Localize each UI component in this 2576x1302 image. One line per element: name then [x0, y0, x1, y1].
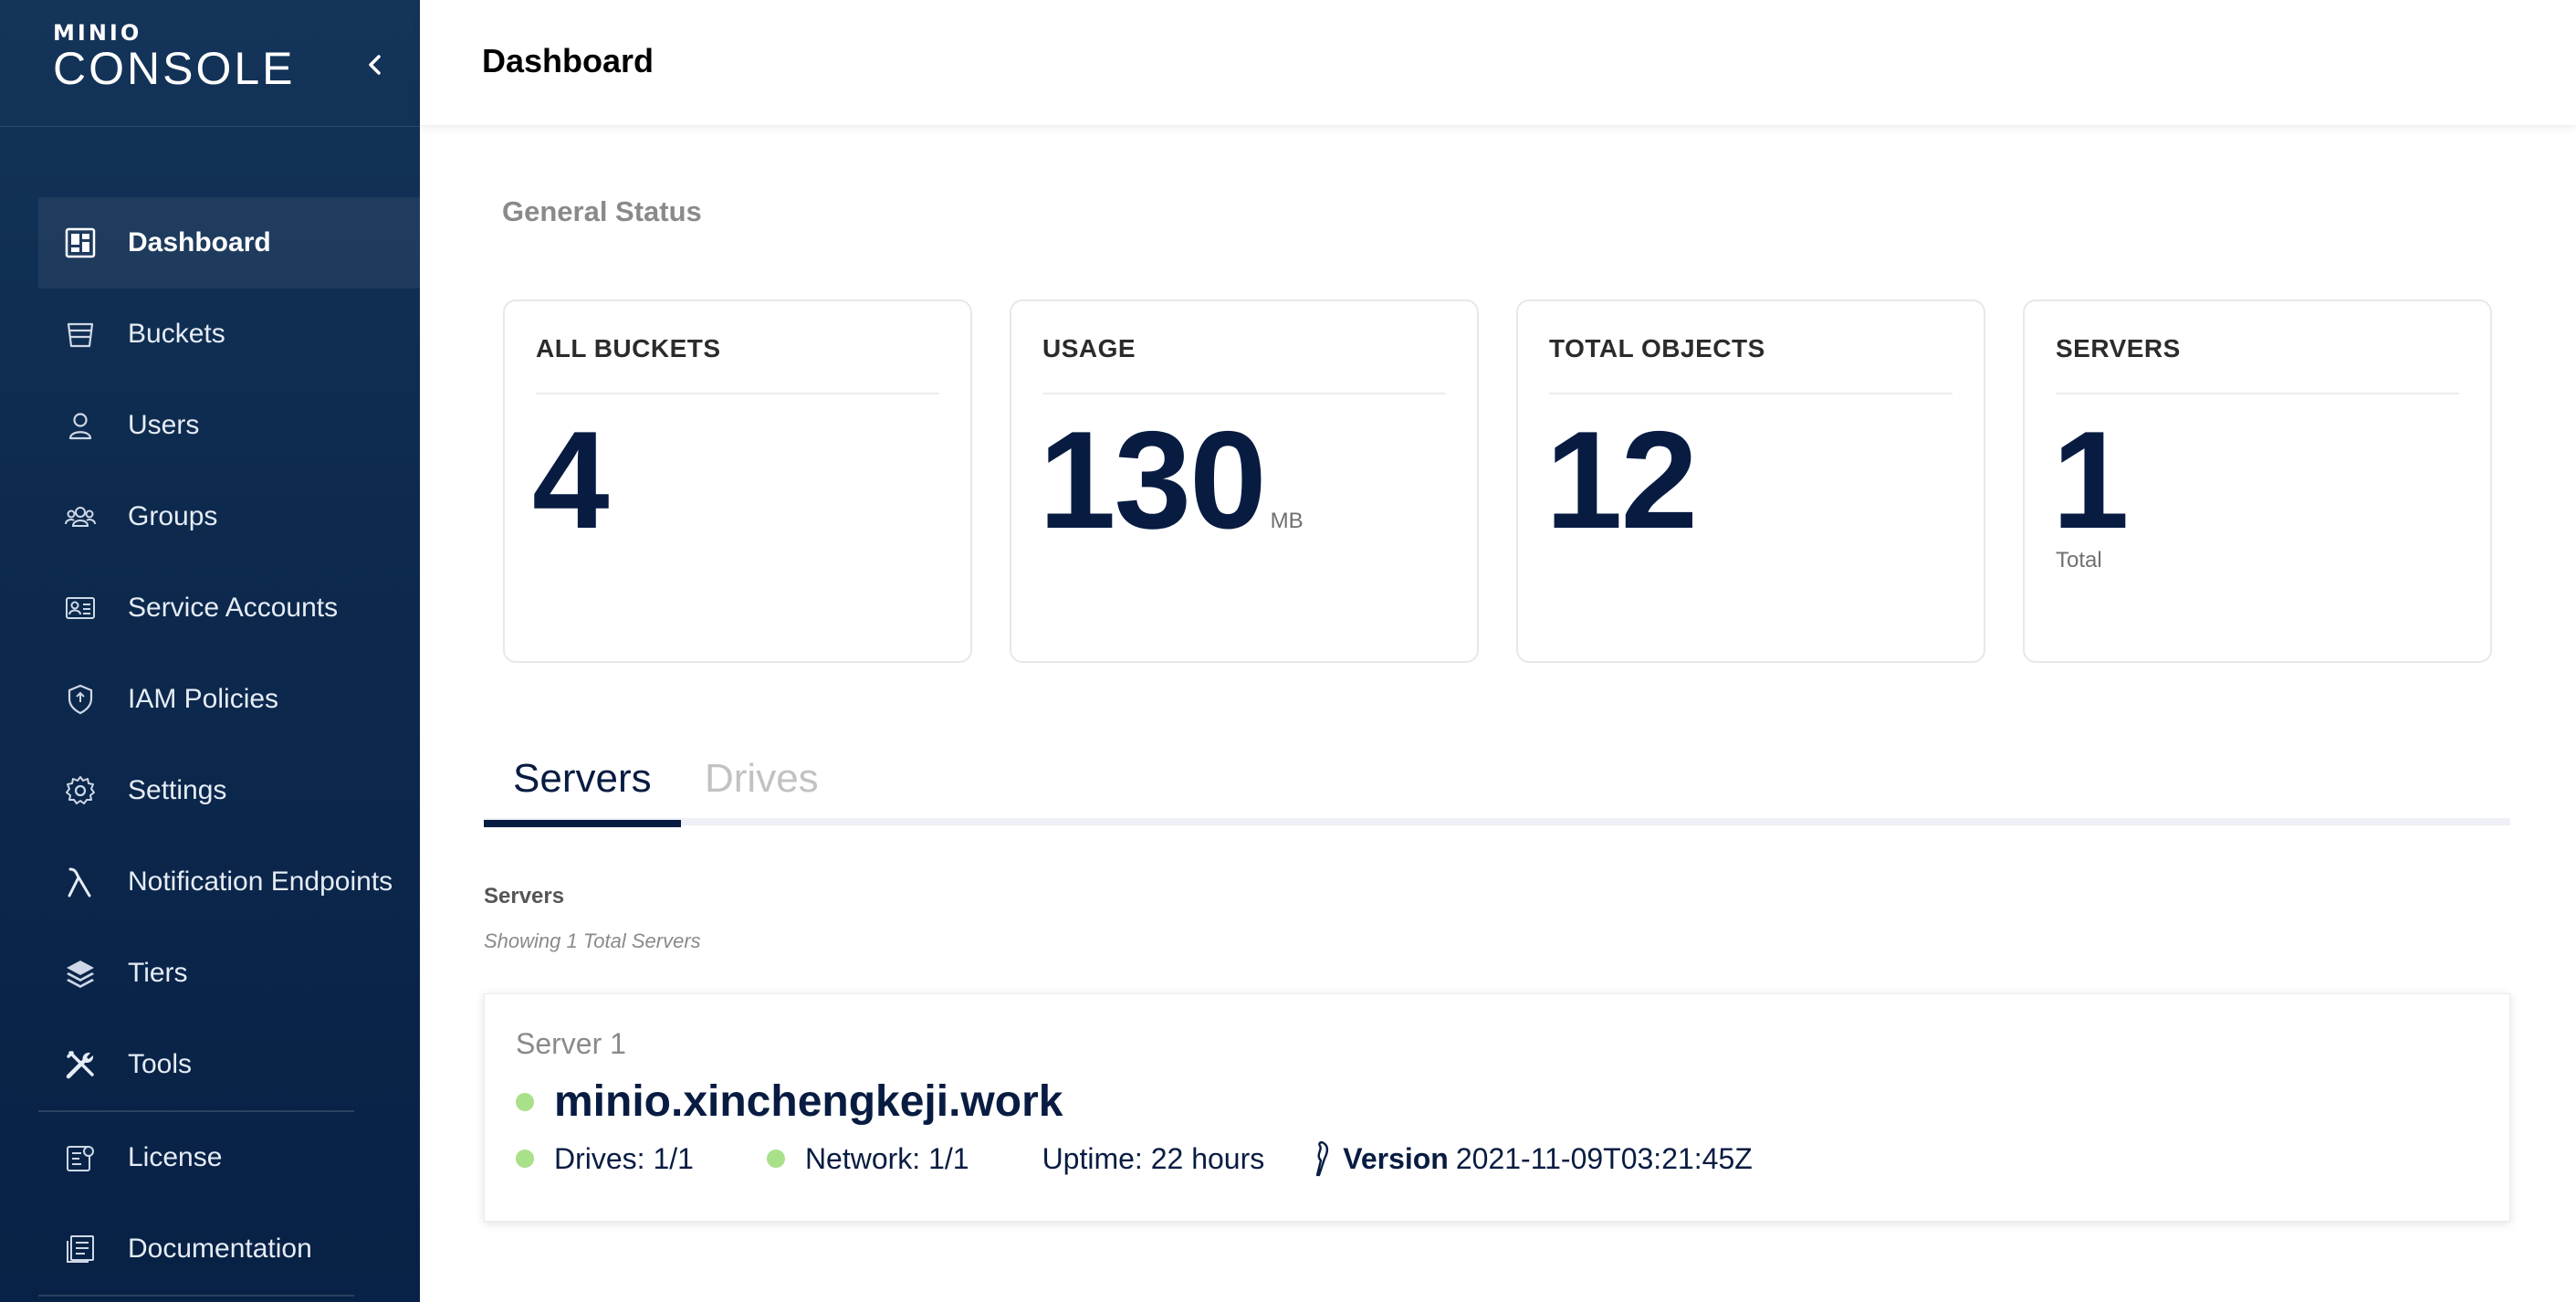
server-host-row: minio.xinchengkeji.work [516, 1076, 1063, 1127]
collapse-sidebar-button[interactable] [361, 51, 389, 79]
usage-card: USAGE 130 MB [1010, 299, 1479, 663]
card-title: USAGE [1042, 334, 1136, 362]
sidebar-item-label: Documentation [128, 1234, 312, 1264]
servers-heading: Servers [484, 884, 565, 908]
drives-status: Drives: 1/1 [516, 1142, 694, 1176]
tab-servers[interactable]: Servers [484, 751, 681, 827]
sidebar-item-label: Tools [128, 1049, 193, 1079]
version-value: 2021-11-09T03:21:45Z [1455, 1141, 1753, 1175]
sidebar-item-label: Tiers [128, 958, 188, 988]
sidebar-item-groups[interactable]: Groups [38, 471, 420, 562]
card-value: 1 [2052, 411, 2130, 550]
sidebar-item-tools[interactable]: Tools [38, 1019, 420, 1110]
card-divider [1549, 393, 1953, 394]
gear-icon [64, 774, 97, 807]
sidebar-item-buckets[interactable]: Buckets [38, 289, 420, 380]
sidebar-item-label: Buckets [128, 319, 225, 349]
sidebar-nav: Dashboard Buckets Users Groups Service A… [38, 197, 420, 1297]
servers-card: SERVERS 1 Total [2023, 299, 2492, 663]
user-icon [64, 409, 97, 442]
sidebar-item-label: IAM Policies [128, 684, 279, 714]
card-divider [1042, 393, 1446, 394]
groups-icon [64, 500, 97, 533]
server-host: minio.xinchengkeji.work [554, 1077, 1063, 1126]
card-title: ALL BUCKETS [536, 334, 721, 362]
card-number: 4 [532, 403, 610, 558]
drives-status-text: Drives: 1/1 [554, 1141, 694, 1175]
card-value: 130 MB [1039, 411, 1304, 550]
sidebar-item-dashboard[interactable]: Dashboard [38, 197, 420, 289]
sidebar-item-label: Users [128, 410, 200, 440]
tools-icon [64, 1048, 97, 1081]
card-number: 12 [1545, 403, 1698, 558]
documentation-icon [64, 1233, 97, 1265]
servers-drives-tabs: Servers Drives [484, 741, 2510, 827]
uptime: Uptime: 22 hours [1042, 1142, 1265, 1176]
all-buckets-card: ALL BUCKETS 4 [503, 299, 972, 663]
version-icon [1316, 1141, 1329, 1177]
sidebar-item-users[interactable]: Users [38, 380, 420, 471]
page-header: Dashboard [420, 0, 2576, 126]
shield-icon [64, 683, 97, 716]
chevron-left-icon [369, 55, 381, 75]
card-unit: MB [1270, 509, 1304, 533]
general-status-title: General Status [502, 195, 702, 227]
version: Version 2021-11-09T03:21:45Z [1312, 1140, 1753, 1177]
sidebar-item-notification-endpoints[interactable]: Notification Endpoints [38, 836, 420, 928]
server-status-dot [516, 1092, 534, 1111]
tab-drives[interactable]: Drives [675, 751, 848, 825]
card-title: SERVERS [2056, 334, 2181, 362]
lambda-icon [64, 866, 97, 898]
sidebar-item-label: Groups [128, 501, 218, 531]
sidebar: MINIO CONSOLE Dashboard Buckets Users Gr… [0, 0, 420, 1302]
server-card: Server 1 minio.xinchengkeji.work Drives:… [484, 993, 2510, 1222]
version-label: Version [1343, 1141, 1449, 1175]
sidebar-item-tiers[interactable]: Tiers [38, 928, 420, 1019]
network-status-text: Network: 1/1 [804, 1141, 969, 1175]
server-meta: Drives: 1/1 Network: 1/1 Uptime: 22 hour… [516, 1140, 1753, 1177]
card-number: 1 [2052, 403, 2130, 558]
service-accounts-icon [64, 592, 97, 625]
sidebar-item-documentation[interactable]: Documentation [38, 1203, 420, 1295]
layers-icon [64, 957, 97, 990]
page-title: Dashboard [482, 42, 654, 79]
drives-status-dot [516, 1150, 534, 1168]
logo-console-text: CONSOLE [53, 43, 296, 94]
minio-console-logo: MINIO CONSOLE [53, 20, 296, 91]
network-status: Network: 1/1 [766, 1141, 969, 1176]
sidebar-item-license[interactable]: License [38, 1112, 420, 1203]
network-status-dot [766, 1150, 785, 1168]
card-number: 130 [1039, 403, 1267, 558]
sidebar-separator [38, 1295, 354, 1297]
card-divider [536, 393, 939, 394]
sidebar-item-label: Settings [128, 775, 227, 805]
sidebar-item-label: Service Accounts [128, 593, 339, 623]
bucket-icon [64, 318, 97, 351]
sidebar-item-service-accounts[interactable]: Service Accounts [38, 562, 420, 654]
server-name: Server 1 [516, 1027, 626, 1060]
sidebar-divider [0, 126, 420, 127]
logo-minio-text: MINIO [53, 20, 142, 46]
card-title: TOTAL OBJECTS [1549, 334, 1765, 362]
license-icon [64, 1141, 97, 1174]
sidebar-item-label: Notification Endpoints [128, 866, 393, 897]
sidebar-item-settings[interactable]: Settings [38, 745, 420, 836]
card-value: 12 [1545, 411, 1698, 550]
card-value: 4 [532, 411, 610, 550]
uptime-text: Uptime: 22 hours [1042, 1141, 1265, 1175]
sidebar-item-iam-policies[interactable]: IAM Policies [38, 654, 420, 745]
servers-count-text: Showing 1 Total Servers [484, 929, 701, 952]
card-divider [2056, 393, 2459, 394]
dashboard-icon [64, 226, 97, 259]
sidebar-item-label: License [128, 1142, 223, 1172]
card-subtitle: Total [2056, 548, 2102, 572]
total-objects-card: TOTAL OBJECTS 12 [1516, 299, 1985, 663]
sidebar-item-label: Dashboard [128, 227, 271, 257]
